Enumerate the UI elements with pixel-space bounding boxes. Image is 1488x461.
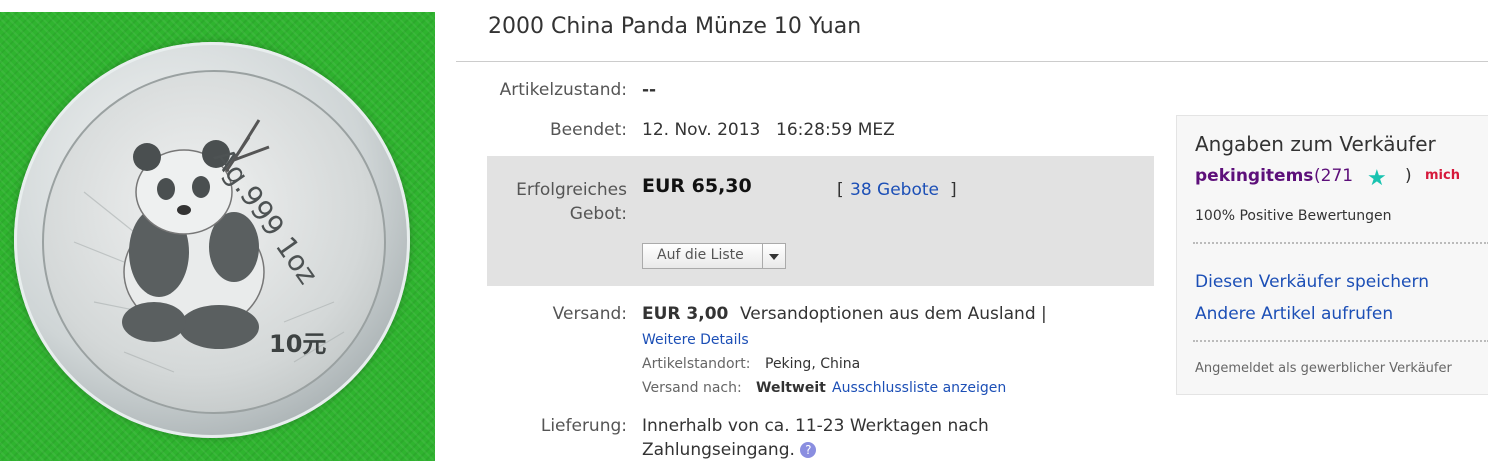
divider [1193, 242, 1488, 244]
chevron-down-icon[interactable] [762, 244, 785, 268]
ships-to-label: Versand nach: [642, 380, 742, 396]
help-icon[interactable]: ? [800, 442, 817, 458]
watchlist-button-label: Auf die Liste [657, 247, 744, 263]
divider [1193, 340, 1488, 342]
condition-value: -- [642, 80, 657, 100]
other-items-link[interactable]: Andere Artikel aufrufen [1195, 304, 1393, 324]
seller-heading: Angaben zum Verkäufer [1195, 132, 1436, 156]
shipping-label: Versand: [552, 304, 627, 324]
ships-to-value: Weltweit [756, 380, 826, 396]
coin-denomination: 10元 [269, 330, 327, 358]
seller-feedback-score[interactable]: (271 [1314, 166, 1353, 186]
title-divider [456, 61, 1488, 62]
shipping-details-link[interactable]: Weitere Details [642, 332, 749, 348]
seller-name-link[interactable]: pekingitems [1195, 166, 1313, 186]
ended-label: Beendet: [550, 120, 627, 140]
exclusions-link[interactable]: Ausschlussliste anzeigen [832, 380, 1006, 396]
bid-label-line2: Gebot: [569, 204, 627, 224]
bids-bracket-open: [ [837, 180, 844, 200]
ended-time: 16:28:59 MEZ [776, 120, 895, 140]
feedback-star-icon: ★ [1367, 166, 1387, 191]
item-location-value: Peking, China [765, 356, 861, 372]
delivery-line1: Innerhalb von ca. 11-23 Werktagen nach [642, 416, 989, 436]
business-seller-note: Angemeldet als gewerblicher Verkäufer [1195, 361, 1452, 376]
panda-engraving [73, 119, 345, 373]
save-seller-link[interactable]: Diesen Verkäufer speichern [1195, 272, 1429, 292]
bids-bracket-close: ] [950, 180, 957, 200]
delivery-line2-wrap: Zahlungseingang. ? [642, 440, 817, 460]
item-title: 2000 China Panda Münze 10 Yuan [488, 14, 862, 39]
coin-face: Ag.999 1oz 10元 [42, 70, 386, 414]
shipping-options: Versandoptionen aus dem Ausland | [740, 304, 1047, 324]
bid-label-line1: Erfolgreiches [516, 180, 627, 200]
condition-label: Artikelzustand: [499, 80, 627, 100]
me-badge-icon: mich [1425, 168, 1460, 183]
delivery-line2: Zahlungseingang. [642, 440, 795, 460]
seller-info-panel: Angaben zum Verkäufer pekingitems (271 ★… [1176, 115, 1488, 395]
ended-date: 12. Nov. 2013 [642, 120, 761, 140]
winning-bid-price: EUR 65,30 [642, 175, 752, 197]
bid-history-link[interactable]: 38 Gebote [850, 180, 939, 200]
product-image[interactable]: Ag.999 1oz 10元 [0, 12, 435, 461]
item-location-label: Artikelstandort: [642, 356, 751, 372]
add-to-watchlist-button[interactable]: Auf die Liste [642, 243, 786, 269]
delivery-label: Lieferung: [540, 416, 627, 436]
score-paren-close: ) [1405, 166, 1412, 186]
positive-feedback: 100% Positive Bewertungen [1195, 208, 1392, 224]
shipping-price: EUR 3,00 [642, 304, 729, 324]
